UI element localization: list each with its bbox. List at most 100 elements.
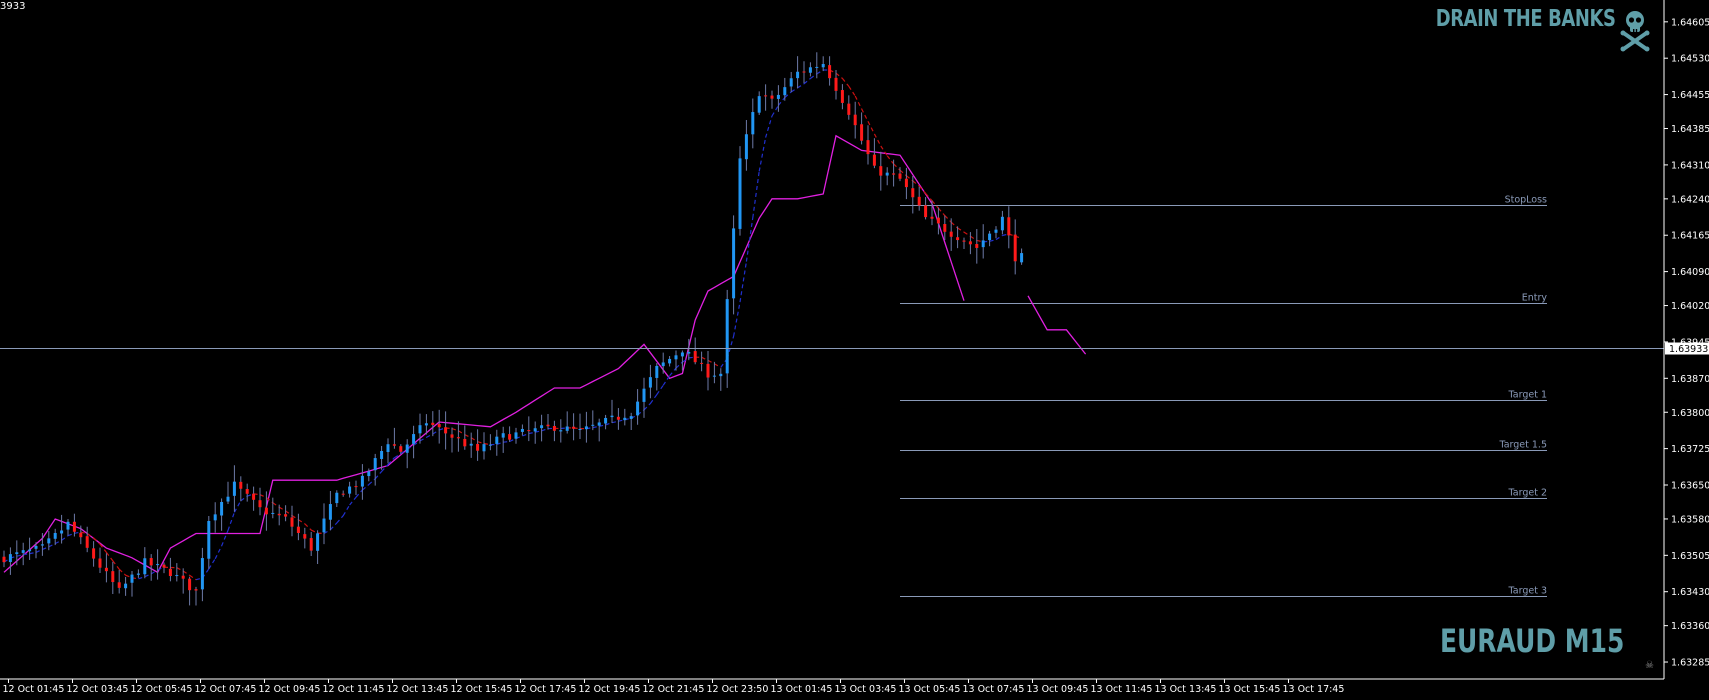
- candle-body: [290, 517, 294, 527]
- candle-body: [828, 65, 832, 79]
- candle-body: [444, 427, 448, 434]
- candle-body: [764, 95, 768, 97]
- price-tick-label: 1.64165: [1671, 231, 1709, 242]
- candle-body: [604, 417, 608, 424]
- candle-body: [111, 571, 115, 583]
- candle-body: [239, 481, 243, 489]
- candle-body: [687, 352, 691, 354]
- candle-body: [341, 493, 345, 495]
- candle-body: [924, 205, 928, 218]
- candle-body: [328, 504, 332, 520]
- candle-body: [495, 436, 499, 444]
- candle-body: [962, 240, 966, 242]
- candle-body: [975, 244, 979, 248]
- candle-body: [693, 351, 697, 363]
- level-label: Target 1.5: [1498, 440, 1547, 451]
- candle-body: [79, 532, 83, 538]
- candle-body: [501, 433, 505, 438]
- candle-body: [636, 401, 640, 416]
- candle-body: [802, 71, 806, 73]
- candle-body: [386, 444, 390, 452]
- candle-body: [226, 496, 230, 502]
- candle-body: [706, 363, 710, 378]
- candle-body: [552, 425, 556, 431]
- time-tick-label: 13 Oct 01:45: [770, 684, 832, 695]
- price-tick-label: 1.63285: [1671, 658, 1709, 669]
- candle-body: [360, 475, 364, 487]
- candle-body: [463, 438, 467, 447]
- candle-body: [28, 549, 32, 552]
- candle-body: [482, 444, 486, 452]
- candle-body: [860, 124, 864, 141]
- price-tick-label: 1.64090: [1671, 267, 1709, 278]
- price-tick-label: 1.64310: [1671, 160, 1709, 171]
- envelope-indicator: [3, 134, 1087, 574]
- candle-body: [258, 500, 262, 508]
- candle-body: [981, 240, 985, 248]
- candle-body: [232, 481, 236, 496]
- envelope-projection: [1027, 295, 1087, 355]
- time-tick-label: 12 Oct 09:45: [258, 684, 320, 695]
- time-tick-label: 12 Oct 15:45: [450, 684, 512, 695]
- price-chart[interactable]: StopLoss Entry Target 1 Target 1.5 Target 2 T…: [0, 0, 1709, 700]
- candle-body: [578, 428, 582, 430]
- candle-body: [277, 513, 281, 516]
- candle-body: [546, 424, 550, 427]
- candle-body: [156, 564, 160, 566]
- candle-body: [399, 446, 403, 452]
- candle-body: [956, 237, 960, 241]
- candle-body: [392, 444, 396, 446]
- price-tick-label: 1.63430: [1671, 587, 1709, 598]
- time-tick-label: 13 Oct 17:45: [1282, 684, 1344, 695]
- candle-body: [354, 486, 358, 488]
- candle-body: [303, 534, 307, 539]
- time-tick-label: 12 Oct 05:45: [130, 684, 192, 695]
- candle-body: [847, 103, 851, 115]
- candle-body: [60, 530, 64, 534]
- candle-body: [520, 428, 524, 432]
- candle-body: [488, 444, 492, 446]
- candle-body: [648, 377, 652, 388]
- envelope-line: [3, 134, 965, 574]
- candle-body: [309, 538, 313, 551]
- candle-body: [789, 78, 793, 87]
- candle-body: [629, 416, 633, 419]
- price-tick-label: 1.63650: [1671, 481, 1709, 492]
- candle-body: [296, 526, 300, 533]
- level-lines: StopLoss Entry Target 1 Target 1.5 Target 2 T…: [900, 195, 1547, 597]
- candle-body: [72, 521, 76, 532]
- candle-body: [674, 355, 678, 360]
- candle-body: [412, 434, 416, 444]
- candle-body: [245, 488, 249, 494]
- candle-body: [623, 417, 627, 421]
- candle-body: [949, 231, 953, 237]
- candle-body: [508, 434, 512, 440]
- candle-body: [367, 471, 371, 477]
- candle-body: [162, 564, 166, 568]
- candle-body: [15, 552, 19, 555]
- candle-body: [840, 90, 844, 103]
- candle-body: [943, 224, 947, 232]
- time-tick-label: 12 Oct 21:45: [642, 684, 704, 695]
- candle-body: [104, 567, 108, 572]
- candle-body: [853, 114, 857, 126]
- tick-counter: 3933: [0, 1, 26, 12]
- candle-body: [85, 536, 89, 548]
- candle-body: [616, 416, 620, 420]
- candle-body: [725, 299, 729, 374]
- candle-body: [661, 362, 665, 367]
- candle-body: [655, 365, 659, 378]
- candle-body: [892, 173, 896, 175]
- candle-body: [904, 178, 908, 188]
- price-tick-label: 1.63945: [1671, 337, 1709, 348]
- candle-body: [668, 358, 672, 364]
- candle-body: [776, 94, 780, 99]
- candle-body: [732, 228, 736, 299]
- candle-body: [271, 512, 275, 514]
- candle-body: [348, 486, 352, 494]
- candle-body: [252, 493, 256, 500]
- candle-body: [316, 533, 320, 551]
- candle-body: [92, 548, 96, 559]
- axes: 1.64605 1.64530 1.64455 1.64385 1.64310 1.642…: [0, 0, 1709, 695]
- time-tick-label: 13 Oct 11:45: [1090, 684, 1152, 695]
